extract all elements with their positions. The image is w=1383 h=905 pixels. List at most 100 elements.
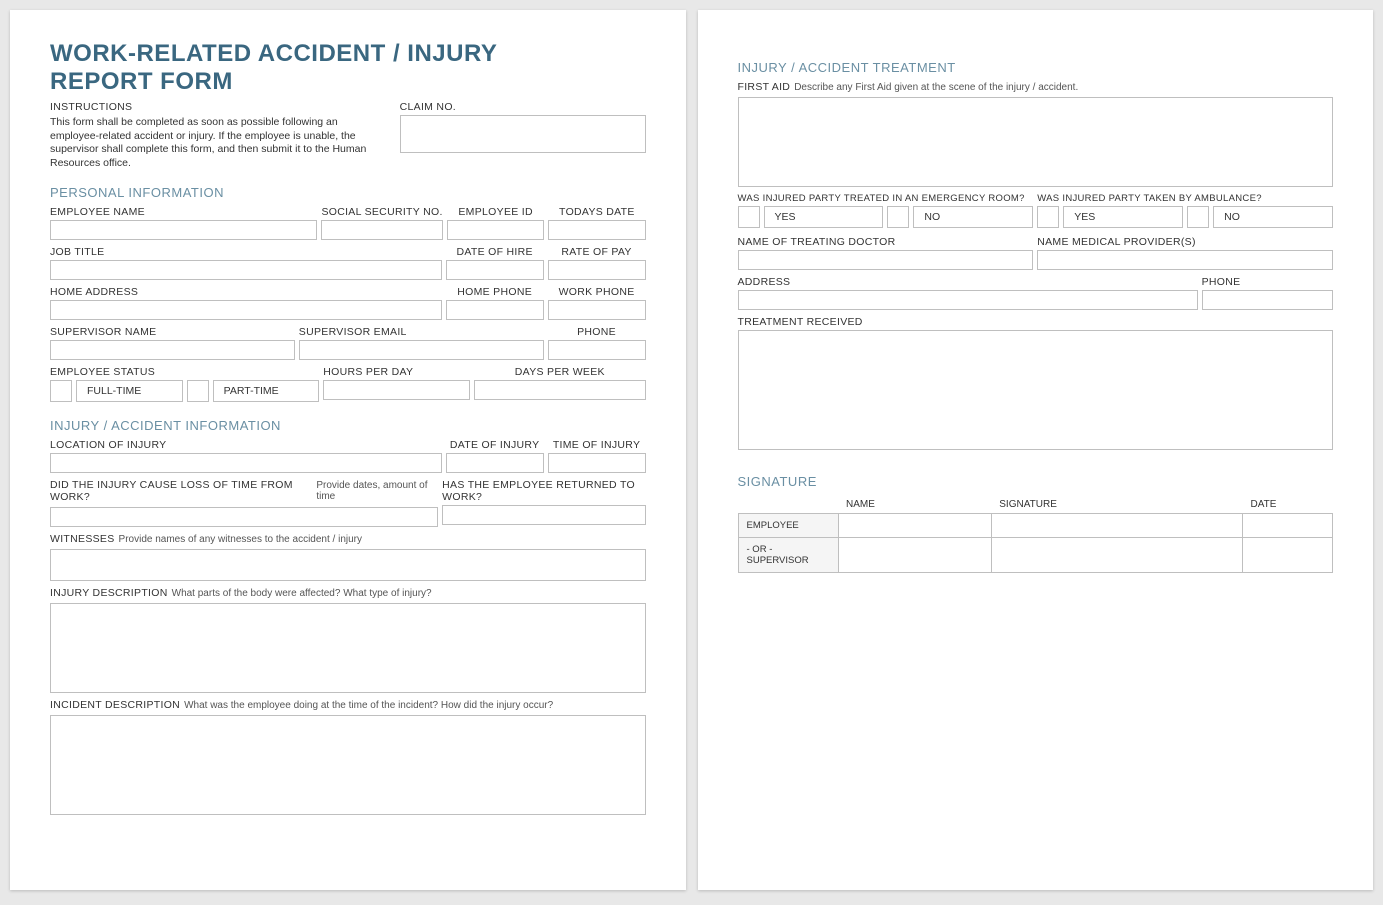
amb-no-check[interactable] xyxy=(1187,206,1209,228)
parttime-check[interactable] xyxy=(187,380,209,402)
sig-emp-name[interactable] xyxy=(838,514,991,538)
title-line-2: REPORT FORM xyxy=(50,68,233,95)
home-address-input[interactable] xyxy=(50,300,442,320)
label-returned: HAS THE EMPLOYEE RETURNED TO WORK? xyxy=(442,479,645,503)
label-emp-status: EMPLOYEE STATUS xyxy=(50,366,319,378)
sub-witnesses: Provide names of any witnesses to the ac… xyxy=(119,534,362,545)
home-phone-input[interactable] xyxy=(446,300,544,320)
claim-no-label: CLAIM NO. xyxy=(400,101,646,113)
sup-name-input[interactable] xyxy=(50,340,295,360)
label-days-week: DAYS PER WEEK xyxy=(474,366,645,378)
date-injury-input[interactable] xyxy=(446,453,544,473)
sub-injury-desc: What parts of the body were affected? Wh… xyxy=(172,588,432,599)
label-employee-name: EMPLOYEE NAME xyxy=(50,206,317,218)
title-line-1: WORK-RELATED ACCIDENT / INJURY xyxy=(50,40,497,67)
doctor-input[interactable] xyxy=(738,250,1034,270)
employee-name-input[interactable] xyxy=(50,220,317,240)
fulltime-option: FULL-TIME xyxy=(76,380,183,402)
injury-desc-input[interactable] xyxy=(50,603,646,693)
sub-incident-desc: What was the employee doing at the time … xyxy=(184,700,553,711)
hours-day-input[interactable] xyxy=(323,380,470,400)
location-input[interactable] xyxy=(50,453,442,473)
amb-yes-check[interactable] xyxy=(1037,206,1059,228)
parttime-option: PART-TIME xyxy=(213,380,320,402)
sub-loss-time: Provide dates, amount of time xyxy=(316,480,438,502)
ssn-input[interactable] xyxy=(321,220,443,240)
label-job-title: JOB TITLE xyxy=(50,246,442,258)
label-date-hire: DATE OF HIRE xyxy=(446,246,544,258)
treatment-received-input[interactable] xyxy=(738,330,1334,450)
label-sup-name: SUPERVISOR NAME xyxy=(50,326,295,338)
fulltime-check[interactable] xyxy=(50,380,72,402)
sub-first-aid: Describe any First Aid given at the scen… xyxy=(794,82,1078,93)
label-sup-phone: PHONE xyxy=(548,326,646,338)
first-aid-input[interactable] xyxy=(738,97,1334,187)
returned-input[interactable] xyxy=(442,505,645,525)
label-location: LOCATION OF INJURY xyxy=(50,439,442,451)
sig-sup-name[interactable] xyxy=(838,538,991,573)
label-injury-desc: INJURY DESCRIPTION xyxy=(50,587,168,599)
address-input[interactable] xyxy=(738,290,1198,310)
label-home-phone: HOME PHONE xyxy=(446,286,544,298)
signature-table: NAME SIGNATURE DATE EMPLOYEE - OR - SUPE… xyxy=(738,493,1334,573)
amb-yes-option: YES xyxy=(1063,206,1183,228)
label-employee-id: EMPLOYEE ID xyxy=(447,206,544,218)
incident-desc-input[interactable] xyxy=(50,715,646,815)
label-first-aid: FIRST AID xyxy=(738,81,791,93)
sig-header-signature: SIGNATURE xyxy=(991,493,1242,514)
sig-sup-date[interactable] xyxy=(1243,538,1333,573)
label-rate-pay: RATE OF PAY xyxy=(548,246,646,258)
label-provider: NAME MEDICAL PROVIDER(S) xyxy=(1037,236,1333,248)
er-no-check[interactable] xyxy=(887,206,909,228)
sig-header-date: DATE xyxy=(1243,493,1333,514)
instructions-label: INSTRUCTIONS xyxy=(50,101,370,113)
sup-email-input[interactable] xyxy=(299,340,544,360)
er-no-option: NO xyxy=(913,206,1033,228)
amb-no-option: NO xyxy=(1213,206,1333,228)
label-doctor: NAME OF TREATING DOCTOR xyxy=(738,236,1034,248)
er-yes-check[interactable] xyxy=(738,206,760,228)
job-title-input[interactable] xyxy=(50,260,442,280)
label-todays-date: TODAYS DATE xyxy=(548,206,645,218)
label-date-injury: DATE OF INJURY xyxy=(446,439,544,451)
todays-date-input[interactable] xyxy=(548,220,645,240)
employee-id-input[interactable] xyxy=(447,220,544,240)
provider-input[interactable] xyxy=(1037,250,1333,270)
section-injury-info: INJURY / ACCIDENT INFORMATION xyxy=(50,418,646,433)
form-title: WORK-RELATED ACCIDENT / INJURY REPORT FO… xyxy=(50,40,646,95)
sig-sup-sign[interactable] xyxy=(991,538,1242,573)
page-2: INJURY / ACCIDENT TREATMENT FIRST AIDDes… xyxy=(698,10,1374,890)
loss-time-input[interactable] xyxy=(50,507,438,527)
date-hire-input[interactable] xyxy=(446,260,544,280)
er-yes-option: YES xyxy=(764,206,884,228)
rate-pay-input[interactable] xyxy=(548,260,646,280)
sig-header-name: NAME xyxy=(838,493,991,514)
sig-row-employee: EMPLOYEE xyxy=(738,514,838,538)
label-incident-desc: INCIDENT DESCRIPTION xyxy=(50,699,180,711)
time-injury-input[interactable] xyxy=(548,453,646,473)
claim-no-input[interactable] xyxy=(400,115,646,153)
provider-phone-input[interactable] xyxy=(1202,290,1333,310)
section-signature: SIGNATURE xyxy=(738,474,1334,489)
work-phone-input[interactable] xyxy=(548,300,646,320)
days-week-input[interactable] xyxy=(474,380,645,400)
page-1: WORK-RELATED ACCIDENT / INJURY REPORT FO… xyxy=(10,10,686,890)
label-treatment-received: TREATMENT RECEIVED xyxy=(738,316,1334,328)
section-personal: PERSONAL INFORMATION xyxy=(50,185,646,200)
witnesses-input[interactable] xyxy=(50,549,646,581)
label-provider-phone: PHONE xyxy=(1202,276,1333,288)
instructions-text: This form shall be completed as soon as … xyxy=(50,116,370,171)
sup-phone-input[interactable] xyxy=(548,340,646,360)
sig-row-supervisor: - OR - SUPERVISOR xyxy=(738,538,838,573)
label-ambulance: WAS INJURED PARTY TAKEN BY AMBULANCE? xyxy=(1037,193,1333,204)
sig-emp-date[interactable] xyxy=(1243,514,1333,538)
label-witnesses: WITNESSES xyxy=(50,533,115,545)
label-sup-email: SUPERVISOR EMAIL xyxy=(299,326,544,338)
label-ssn: SOCIAL SECURITY NO. xyxy=(321,206,443,218)
label-er: WAS INJURED PARTY TREATED IN AN EMERGENC… xyxy=(738,193,1034,204)
section-treatment: INJURY / ACCIDENT TREATMENT xyxy=(738,60,1334,75)
label-hours-day: HOURS PER DAY xyxy=(323,366,470,378)
label-loss-time: DID THE INJURY CAUSE LOSS OF TIME FROM W… xyxy=(50,479,312,503)
sig-emp-sign[interactable] xyxy=(991,514,1242,538)
label-time-injury: TIME OF INJURY xyxy=(548,439,646,451)
